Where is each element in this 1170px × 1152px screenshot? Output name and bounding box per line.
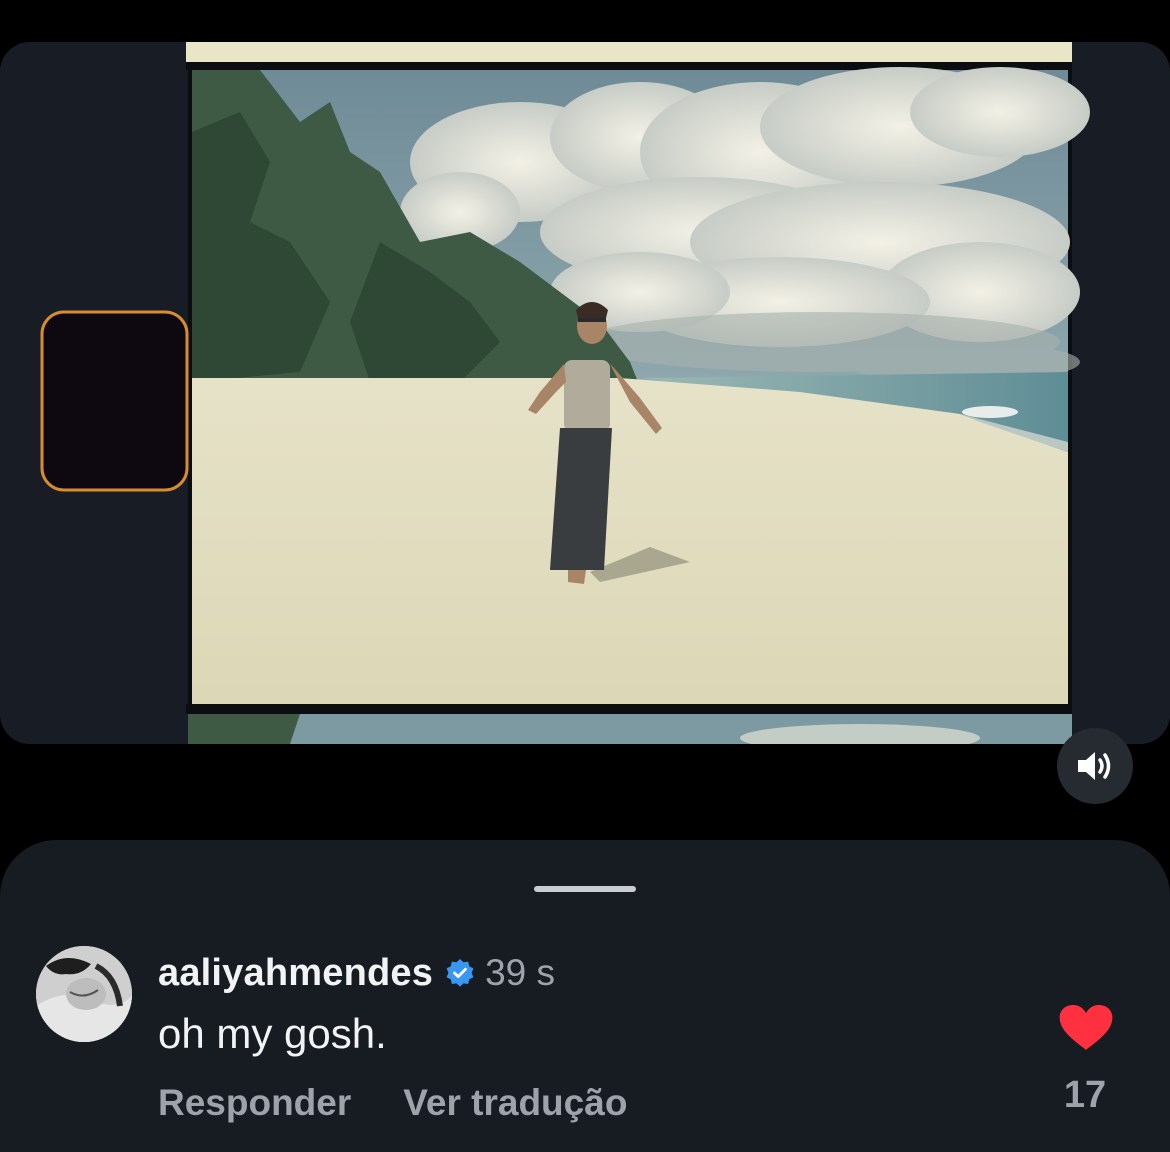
like-count: 17 (1063, 1074, 1107, 1116)
comment-timestamp: 39 s (485, 952, 556, 993)
see-translation-button[interactable]: Ver tradução (403, 1082, 627, 1124)
reply-button[interactable]: Responder (158, 1082, 351, 1124)
comments-sheet: aaliyahmendes 39 s oh my gosh. Responder… (0, 840, 1170, 1152)
heart-filled-icon[interactable] (1058, 1004, 1114, 1052)
speaker-wave-icon (1078, 752, 1111, 780)
comment-header: aaliyahmendes 39 s (158, 948, 555, 998)
verified-badge-icon (446, 959, 474, 987)
video-player[interactable] (0, 42, 1170, 744)
comment-item: aaliyahmendes 39 s oh my gosh. Responder… (0, 840, 1170, 1152)
comment-text: oh my gosh. (158, 1010, 387, 1057)
reel-screen: aaliyahmendes 39 s oh my gosh. Responder… (0, 0, 1170, 1152)
sound-toggle-button[interactable] (1057, 728, 1133, 804)
comment-username[interactable]: aaliyahmendes (158, 952, 433, 995)
video-frame (0, 42, 1170, 744)
comment-actions: Responder Ver tradução (158, 1082, 627, 1124)
avatar[interactable] (36, 946, 132, 1042)
